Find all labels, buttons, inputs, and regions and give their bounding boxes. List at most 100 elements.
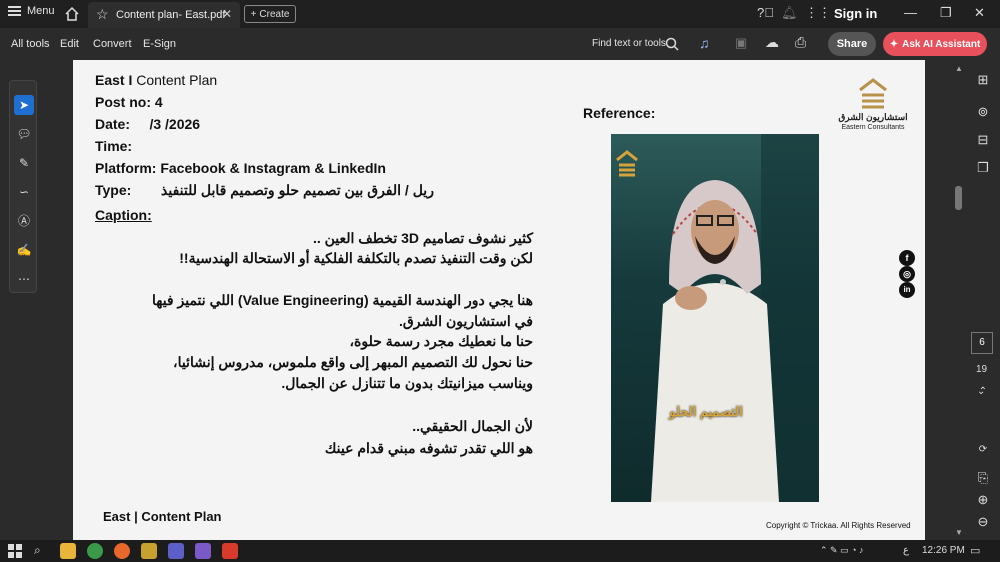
comment-icon[interactable]: 💬︎	[14, 124, 34, 144]
find-text-tools[interactable]: Find text or tools	[592, 38, 666, 49]
vertical-scrollbar[interactable]: ▲ ▼	[952, 60, 966, 540]
left-tool-panel: ➤ 💬︎ ✎ ∽ Ⓐ ✍ ⋯	[9, 80, 37, 293]
acrobat-icon[interactable]	[222, 543, 238, 559]
edit-menu[interactable]: Edit	[60, 38, 79, 50]
close-tab-icon[interactable]: ✕	[222, 7, 232, 21]
ask-ai-assistant-button[interactable]: ✦ Ask AI Assistant	[883, 32, 987, 56]
share-button[interactable]: Share	[828, 32, 876, 56]
reference-image: التصميم الحلو	[611, 134, 819, 502]
menu-label: Menu	[27, 5, 55, 17]
read-aloud-icon[interactable]: ♫	[699, 35, 710, 51]
restore-icon[interactable]: ❐	[940, 5, 952, 21]
copyright-text: Copyright © Trickaa. All Rights Reserved	[766, 521, 911, 530]
pdf-page: East I Content Plan Post no: 4 Date: /3 …	[73, 60, 925, 540]
file-explorer-icon[interactable]	[60, 543, 76, 559]
photo-overlay-text: التصميم الحلو	[669, 404, 743, 419]
zoom-out-icon[interactable]: ⊖	[975, 514, 991, 530]
more-tools-icon[interactable]: ⋯	[14, 269, 34, 289]
export-icon[interactable]: ⎘	[975, 470, 991, 486]
scroll-down-icon[interactable]: ▼	[955, 528, 963, 537]
type-value: ريل / الفرق بين تصميم حلو وتصميم قابل لل…	[161, 182, 434, 198]
hamburger-icon	[8, 6, 21, 16]
save-icon[interactable]: ▣	[735, 35, 747, 51]
bookmark-icon[interactable]: ⊟	[975, 132, 991, 148]
zoom-in-icon[interactable]: ⊕	[975, 492, 991, 508]
rotate-icon[interactable]: ⟳	[975, 442, 991, 458]
logo-arabic-text: استشاريون الشرق	[838, 112, 908, 122]
notifications-icon[interactable]: ▭	[970, 544, 980, 557]
teams-icon[interactable]	[168, 543, 184, 559]
caption-line: كثير نشوف تصاميم 3D تخطف العين ..	[312, 230, 533, 246]
create-label: Create	[259, 8, 290, 20]
logo-english-text: Eastern Consultants	[841, 124, 905, 131]
firefox-icon[interactable]	[114, 543, 130, 559]
all-tools-menu[interactable]: All tools	[11, 38, 50, 50]
right-panel: ⊞ ⊚ ⊟ ❐ ⌃ ⟳ ⎘ ⊕ ⊖	[966, 60, 1000, 540]
scroll-up-icon[interactable]: ▲	[955, 64, 963, 73]
windows-start-icon[interactable]	[8, 544, 22, 558]
windows-taskbar: ⌕ ⌃ ✎ ▭ ◔ ♪ ع 12:26 PM ▭	[0, 540, 1000, 562]
header-brand: East I	[95, 72, 133, 88]
post-number: Post no: 4	[95, 94, 163, 110]
app-icon[interactable]	[141, 543, 157, 559]
plus-icon: +	[250, 8, 257, 20]
caption-line: لكن وقت التنفيذ تصدم بالتكلفة الفلكية أو…	[179, 250, 533, 266]
help-icon[interactable]: ?⃝	[757, 5, 774, 20]
esign-menu[interactable]: E-Sign	[143, 38, 176, 50]
home-icon[interactable]	[64, 6, 80, 22]
comment-panel-icon[interactable]: ⊞	[975, 72, 991, 88]
bell-icon[interactable]: 🔔︎	[781, 5, 798, 21]
minimize-icon[interactable]: —	[904, 5, 917, 20]
select-cursor-icon[interactable]: ➤	[14, 95, 34, 115]
sign-in-link[interactable]: Sign in	[834, 6, 877, 21]
app2-icon[interactable]	[195, 543, 211, 559]
menu-button[interactable]: Menu	[8, 5, 55, 17]
caption-line: حنا نحول لك التصميم المبهر إلى واقع ملمو…	[173, 354, 533, 370]
post-time: Time:	[95, 138, 133, 154]
share-link-icon[interactable]: ⊚	[975, 104, 991, 120]
caption-line: هو اللي تقدر تشوفه مبني قدام عينك	[324, 440, 533, 456]
pages-icon[interactable]: ❐	[975, 160, 991, 176]
apps-grid-icon[interactable]: ⋮⋮	[805, 5, 831, 21]
linkedin-icon: in	[899, 282, 915, 298]
title-bar: Menu ☆ Content plan- East.pdf ✕ + Create…	[0, 0, 1000, 28]
tab-title: Content plan- East.pdf	[116, 9, 226, 21]
text-box-icon[interactable]: Ⓐ	[14, 211, 34, 231]
sign-icon[interactable]: ✍	[14, 240, 34, 260]
search-icon[interactable]	[665, 37, 679, 51]
print-icon[interactable]: ⎙	[795, 34, 806, 51]
scroll-thumb[interactable]	[955, 186, 962, 210]
ai-sparkle-icon: ✦	[889, 38, 899, 50]
input-language[interactable]: ع	[903, 545, 909, 556]
convert-menu[interactable]: Convert	[93, 38, 132, 50]
clock[interactable]: 12:26 PM	[922, 545, 965, 556]
header-title: Content Plan	[132, 72, 218, 88]
close-window-icon[interactable]: ✕	[974, 5, 985, 21]
platform-line: Platform: Facebook & Instagram & LinkedI…	[95, 160, 386, 176]
caption-label: Caption:	[95, 207, 152, 223]
star-icon[interactable]: ☆	[96, 6, 109, 23]
chrome-icon[interactable]	[87, 543, 103, 559]
system-tray-icons[interactable]: ⌃ ✎ ▭ ◔ ♪	[820, 545, 864, 556]
page-footer: East | Content Plan	[103, 509, 222, 524]
document-tab[interactable]: ☆ Content plan- East.pdf ✕	[88, 2, 240, 28]
current-page-input[interactable]: 6	[971, 332, 993, 354]
post-date: Date: /3 /2026	[95, 116, 201, 132]
caption-line: هنا يجي دور الهندسة القيمية (Value Engin…	[151, 292, 533, 308]
draw-icon[interactable]: ∽	[14, 182, 34, 202]
logo-mark-icon	[859, 78, 887, 109]
type-label: Type:	[95, 182, 132, 198]
man-in-thobe-illustration	[616, 134, 819, 502]
main-toolbar: All tools Edit Convert E-Sign Find text …	[0, 28, 1000, 60]
total-pages: 19	[976, 364, 988, 375]
highlight-pen-icon[interactable]: ✎	[14, 153, 34, 173]
caption-line: لأن الجمال الحقيقي..	[412, 418, 533, 434]
page-down-icon[interactable]: ⌄	[977, 386, 985, 397]
upload-cloud-icon[interactable]: ☁	[765, 34, 779, 51]
facebook-icon: f	[899, 250, 915, 266]
search-taskbar-icon[interactable]: ⌕	[34, 543, 41, 558]
caption-line: ويناسب ميزانيتك بدون ما تتنازل عن الجمال…	[281, 375, 533, 391]
page-header: East I Content Plan	[95, 72, 217, 88]
caption-line: في استشاريون الشرق.	[398, 313, 533, 329]
create-button[interactable]: + Create	[244, 5, 296, 23]
